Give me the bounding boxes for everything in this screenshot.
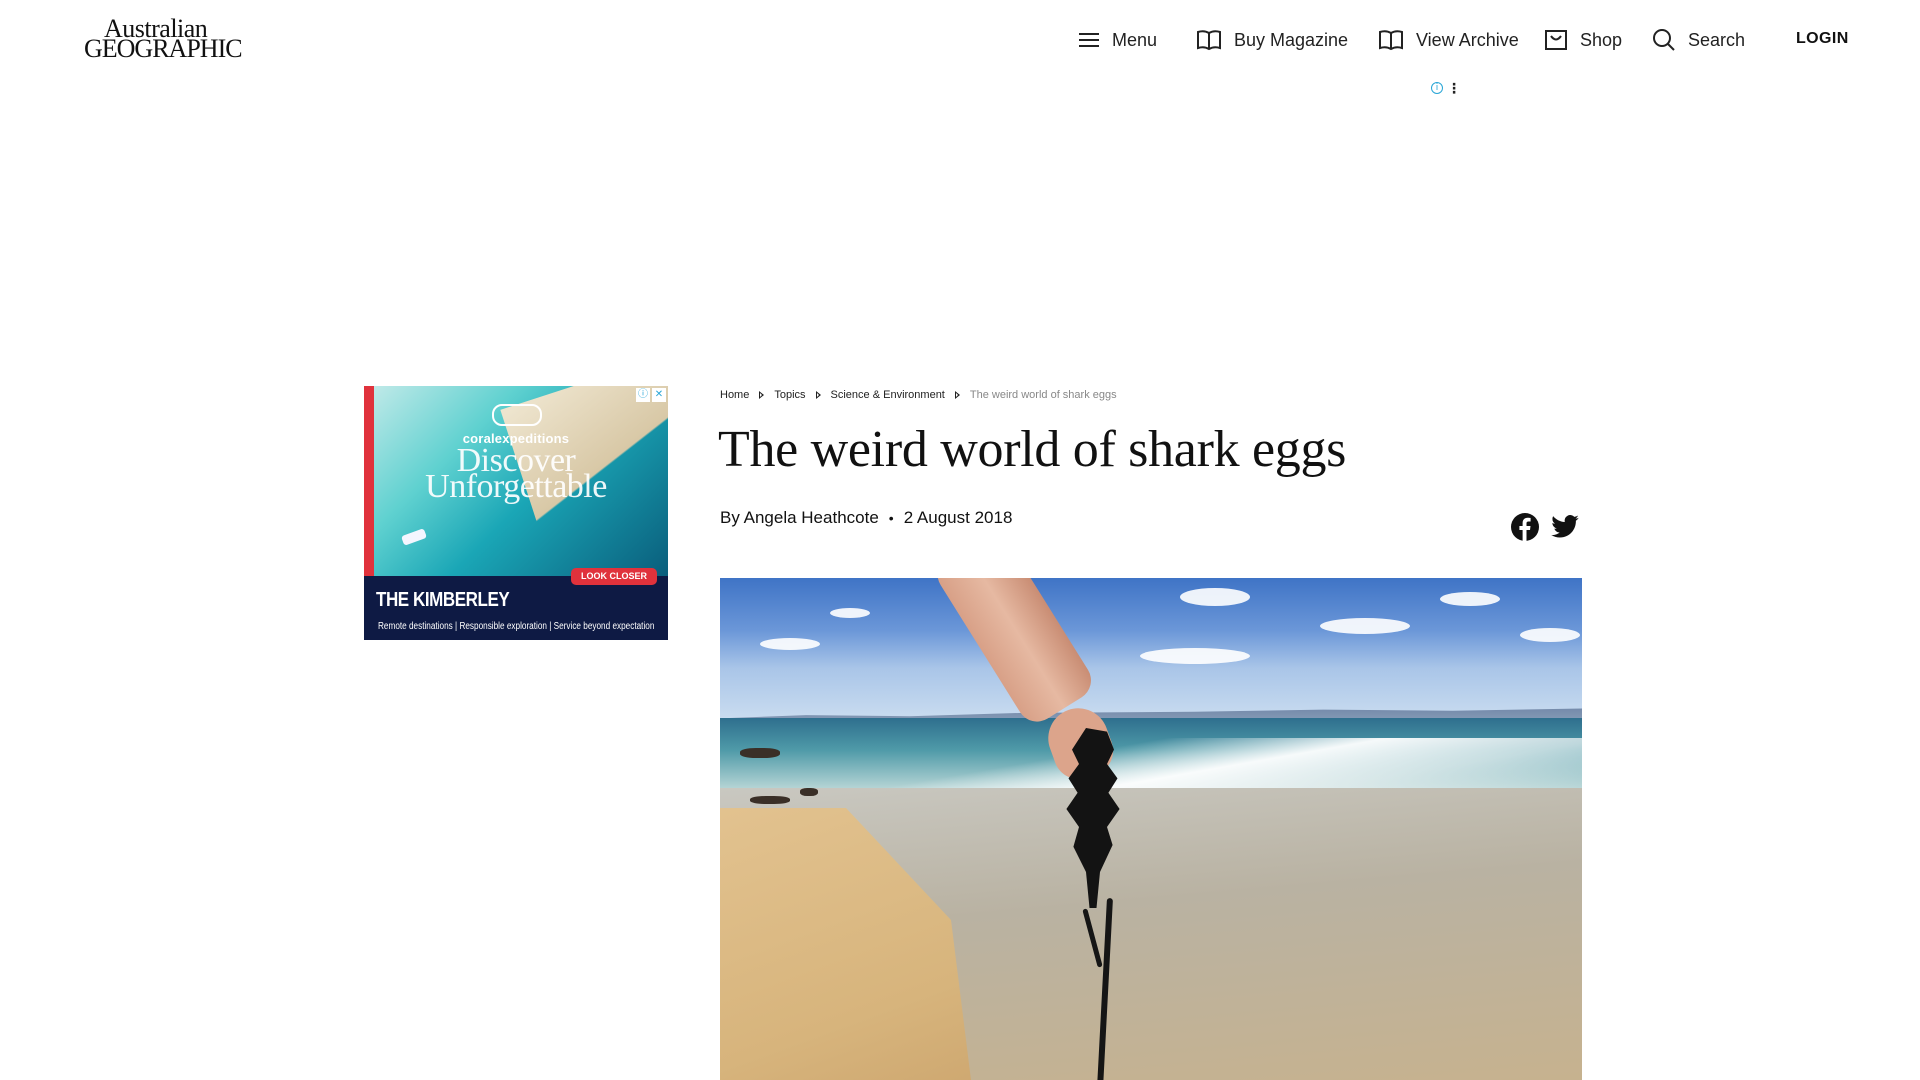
ad-cta-button[interactable]: LOOK CLOSER [571,568,657,585]
search-icon [1653,29,1675,51]
breadcrumb-separator-icon [759,391,765,399]
article-hero-image [720,578,1582,1080]
cloud [1140,648,1250,664]
twitter-icon[interactable] [1550,512,1580,542]
ad-info-icon[interactable]: ⓘ [636,388,650,402]
article-byline: By Angela Heathcote • 2 August 2018 [720,508,1012,528]
nav-buy-magazine[interactable]: Buy Magazine [1196,26,1348,54]
shopping-bag-icon [1545,30,1567,50]
ad-close-icon[interactable]: ✕ [652,388,666,402]
article-title: The weird world of shark eggs [718,421,1347,478]
breadcrumb-separator-icon [815,391,821,399]
cloud [1440,592,1500,606]
coral-expeditions-logo-icon [492,404,542,426]
nav-shop[interactable]: Shop [1544,26,1622,54]
ad-choices[interactable]: i ⋮ [1431,81,1461,95]
breadcrumb-separator-icon [954,391,960,399]
ad-controls: ⓘ ✕ [636,388,666,402]
nav-shop-label: Shop [1580,29,1623,50]
open-book-icon [1379,30,1403,51]
rock [750,796,790,804]
more-options-icon[interactable]: ⋮ [1447,81,1461,95]
breadcrumb-home[interactable]: Home [720,389,749,401]
share-buttons [1510,512,1580,542]
nav-buy-magazine-label: Buy Magazine [1234,29,1349,50]
cloud [760,638,820,650]
rock [740,748,780,758]
ad-subtitle: Remote destinations | Responsible explor… [378,621,655,632]
nav-menu-label: Menu [1112,29,1158,50]
article-author[interactable]: By Angela Heathcote [720,508,879,528]
article-date: 2 August 2018 [903,508,1013,527]
cloud [830,608,870,618]
cloud [1180,588,1250,606]
login-link[interactable]: LOGIN [1796,30,1849,48]
info-icon[interactable]: i [1431,82,1443,94]
nav-menu-button[interactable]: Menu [1078,26,1157,54]
nav-view-archive-label: View Archive [1416,29,1519,50]
rock [800,788,818,796]
hamburger-icon [1079,33,1099,47]
logo-line-2: GEOGRAPHIC [84,34,243,63]
ad-headline: Discover Unforgettable [364,444,668,505]
breadcrumb-topics[interactable]: Topics [774,389,805,401]
open-book-icon [1197,30,1221,51]
nav-search[interactable]: Search [1652,26,1745,54]
breadcrumb-current: The weird world of shark eggs [969,389,1117,401]
nav-search-label: Search [1688,29,1746,50]
ad-title: THE KIMBERLEY [376,589,510,611]
site-logo[interactable]: Australian GEOGRAPHIC [84,14,243,62]
cloud [1520,628,1580,642]
nav-view-archive[interactable]: View Archive [1378,26,1519,54]
sidebar-advertisement[interactable]: coralexpeditions Discover Unforgettable … [364,386,668,640]
ad-headline-line-2: Unforgettable [425,468,607,505]
facebook-icon[interactable] [1510,512,1540,542]
breadcrumb: Home Topics Science & Environment The we… [720,389,1117,401]
byline-separator: • [888,510,894,526]
cloud [1320,618,1410,634]
breadcrumb-science-environment[interactable]: Science & Environment [831,389,945,401]
